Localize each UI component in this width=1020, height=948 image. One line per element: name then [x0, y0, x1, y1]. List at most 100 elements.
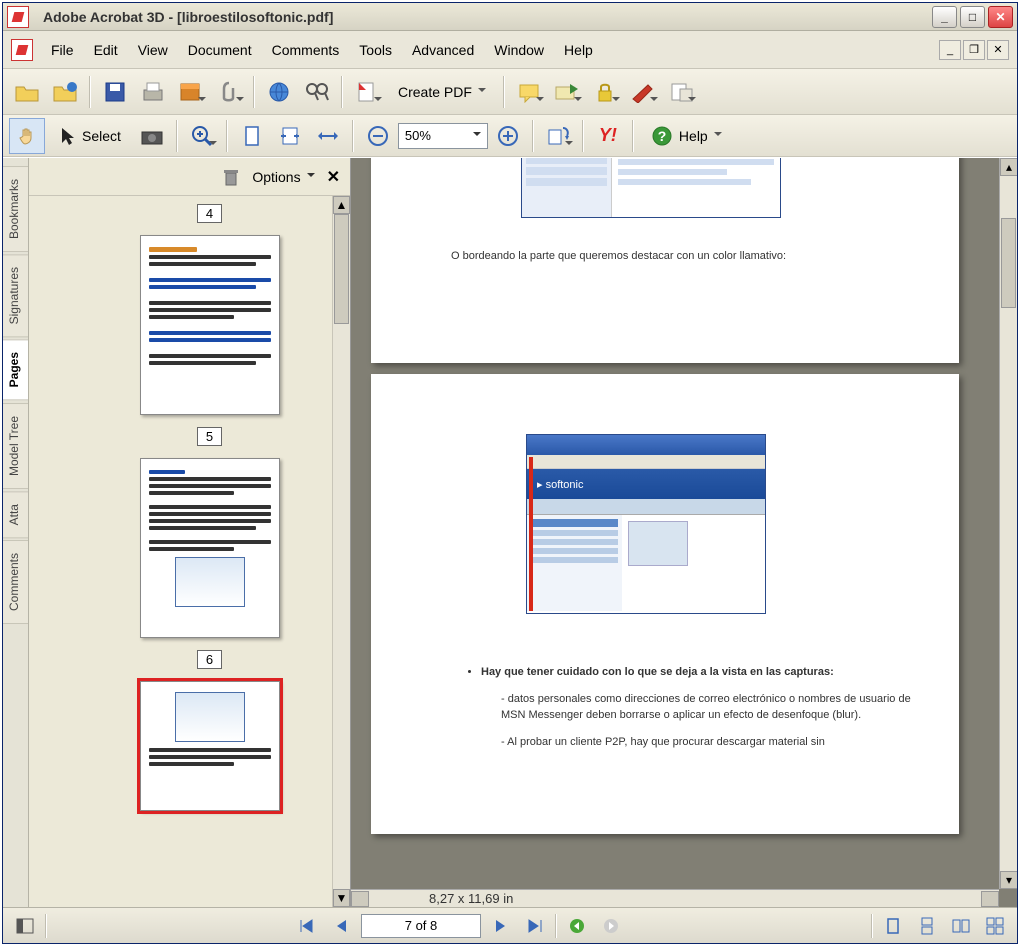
search-button[interactable]: [299, 74, 335, 110]
scroll-thumb[interactable]: [1001, 218, 1016, 308]
prev-page-button[interactable]: [327, 913, 355, 939]
rotate-button[interactable]: [540, 118, 576, 154]
menubar: File Edit View Document Comments Tools A…: [3, 31, 1017, 69]
toolbar-sep: [352, 120, 354, 152]
tab-comments[interactable]: Comments: [3, 540, 28, 624]
doc-scrollbar-horizontal[interactable]: 8,27 x 11,69 in: [351, 889, 999, 907]
page-dimensions: 8,27 x 11,69 in: [429, 891, 513, 906]
zoom-in-tool[interactable]: [184, 118, 220, 154]
toolbar-sep: [89, 76, 91, 108]
menu-advanced[interactable]: Advanced: [402, 38, 484, 62]
menu-document[interactable]: Document: [178, 38, 262, 62]
page-label: 5: [197, 427, 222, 446]
select-label: Select: [82, 128, 121, 144]
menu-help[interactable]: Help: [554, 38, 603, 62]
next-page-button[interactable]: [487, 913, 515, 939]
organizer-button[interactable]: [173, 74, 209, 110]
toolbar-sep: [503, 76, 505, 108]
scroll-thumb[interactable]: [334, 214, 349, 324]
nav-close-icon[interactable]: ✕: [327, 167, 340, 187]
page-counter[interactable]: 7 of 8: [361, 914, 481, 938]
document-view[interactable]: O bordeando la parte que queremos destac…: [351, 158, 1017, 907]
menu-comments[interactable]: Comments: [262, 38, 350, 62]
trash-icon[interactable]: [222, 167, 240, 187]
options-menu[interactable]: Options: [252, 169, 300, 185]
mdi-minimize[interactable]: _: [939, 40, 961, 60]
doc-paragraph: O bordeando la parte que queremos destac…: [451, 248, 786, 265]
tab-bookmarks[interactable]: Bookmarks: [3, 166, 28, 252]
thumbnail-page-5[interactable]: [140, 458, 280, 638]
first-page-button[interactable]: [293, 913, 321, 939]
single-page-view[interactable]: [879, 913, 907, 939]
tab-model-tree[interactable]: Model Tree: [3, 403, 28, 489]
web-button[interactable]: [261, 74, 297, 110]
content-area: Bookmarks Signatures Pages Model Tree At…: [3, 157, 1017, 907]
create-pdf-icon[interactable]: [349, 74, 385, 110]
thumbnail-page-6[interactable]: [140, 681, 280, 811]
send-review-button[interactable]: [549, 74, 585, 110]
actual-size-button[interactable]: [234, 118, 270, 154]
sb-sep: [871, 914, 873, 938]
create-pdf-button[interactable]: Create PDF: [387, 74, 497, 110]
scroll-up-icon[interactable]: ▲: [333, 196, 350, 214]
zoom-value: 50%: [405, 128, 431, 143]
snapshot-tool[interactable]: [134, 118, 170, 154]
help-button[interactable]: ? Help: [640, 118, 733, 154]
page-label: 4: [197, 204, 222, 223]
zoom-value-field[interactable]: 50%: [398, 123, 488, 149]
attach-button[interactable]: [211, 74, 247, 110]
scroll-left-icon[interactable]: [351, 891, 369, 907]
mdi-close[interactable]: ✕: [987, 40, 1009, 60]
secure-button[interactable]: [587, 74, 623, 110]
toolbar-sep: [341, 76, 343, 108]
forms-button[interactable]: [663, 74, 699, 110]
thumbnail-page-4[interactable]: [140, 235, 280, 415]
fit-width-button[interactable]: [310, 118, 346, 154]
maximize-button[interactable]: □: [960, 6, 985, 28]
minimize-button[interactable]: _: [932, 6, 957, 28]
scroll-down-icon[interactable]: ▾: [1000, 871, 1017, 889]
zoom-out-button[interactable]: [360, 118, 396, 154]
menu-window[interactable]: Window: [484, 38, 554, 62]
open-button[interactable]: [9, 74, 45, 110]
prev-view-button[interactable]: [563, 913, 591, 939]
menu-edit[interactable]: Edit: [84, 38, 128, 62]
menu-tools[interactable]: Tools: [349, 38, 402, 62]
thumbnail-list: 4 5: [29, 196, 350, 907]
menu-file[interactable]: File: [41, 38, 84, 62]
tab-pages[interactable]: Pages: [3, 339, 28, 400]
scroll-down-icon[interactable]: ▼: [333, 889, 350, 907]
bullet-item: Hay que tener cuidado con lo que se deja…: [481, 664, 919, 681]
last-page-button[interactable]: [521, 913, 549, 939]
doc-page-6: O bordeando la parte que queremos destac…: [371, 158, 959, 363]
menu-view[interactable]: View: [128, 38, 178, 62]
nav-toggle-button[interactable]: [11, 913, 39, 939]
app-window: Adobe Acrobat 3D - [libroestilosoftonic.…: [2, 2, 1018, 944]
save-button[interactable]: [97, 74, 133, 110]
select-tool[interactable]: Select: [47, 118, 132, 154]
sign-button[interactable]: [625, 74, 661, 110]
print-button[interactable]: [135, 74, 171, 110]
toolbar-sep: [632, 120, 634, 152]
open-web-button[interactable]: [47, 74, 83, 110]
tab-attachments[interactable]: Atta: [3, 491, 28, 538]
continuous-facing-view[interactable]: [981, 913, 1009, 939]
doc-scrollbar-vertical[interactable]: ▴ ▾: [999, 158, 1017, 889]
zoom-in-button[interactable]: [490, 118, 526, 154]
close-button[interactable]: ✕: [988, 6, 1013, 28]
hand-tool[interactable]: [9, 118, 45, 154]
yahoo-button[interactable]: Y!: [590, 118, 626, 154]
facing-view[interactable]: [947, 913, 975, 939]
comment-button[interactable]: [511, 74, 547, 110]
next-view-button[interactable]: [597, 913, 625, 939]
nav-scrollbar[interactable]: ▲ ▼: [332, 196, 350, 907]
fit-page-button[interactable]: [272, 118, 308, 154]
tab-signatures[interactable]: Signatures: [3, 254, 28, 337]
scroll-up-icon[interactable]: ▴: [1000, 158, 1017, 176]
svg-text:?: ?: [658, 128, 667, 144]
statusbar: 7 of 8: [3, 907, 1017, 943]
continuous-view[interactable]: [913, 913, 941, 939]
toolbar-sep: [226, 120, 228, 152]
mdi-restore[interactable]: ❐: [963, 40, 985, 60]
scroll-right-icon[interactable]: [981, 891, 999, 907]
